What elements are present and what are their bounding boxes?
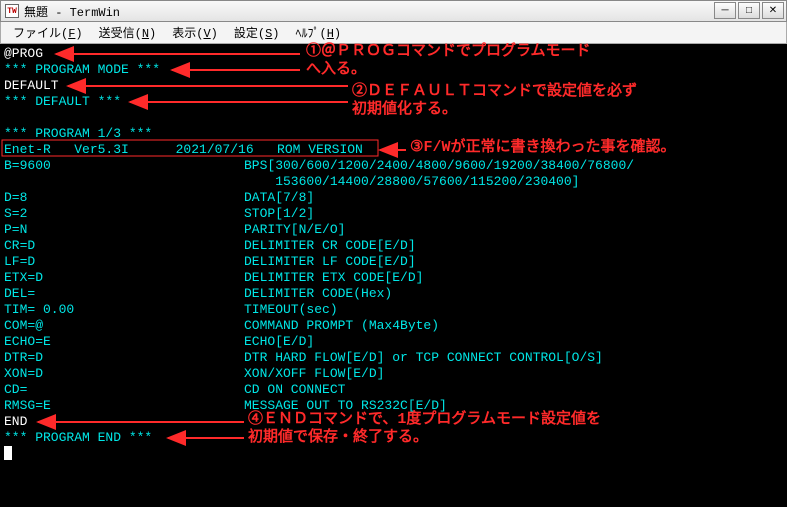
term-line: B=9600 [4,158,51,174]
term-line: *** PROGRAM MODE *** [4,62,160,78]
annotation-4b: 初期値で保存・終了する。 [248,430,428,446]
menu-bar: ファイル(F) 送受信(N) 表示(V) 設定(S) ﾍﾙﾌﾟ(H) [0,22,787,44]
term-line: DELIMITER ETX CODE[E/D] [244,270,423,286]
title-bar: TW 無題 - TermWin ─ □ ✕ [0,0,787,22]
term-line: DTR=D [4,350,43,366]
term-line: COM=@ [4,318,43,334]
annotation-4a: ④ＥＮＤコマンドで、1度プログラムモード設定値を [248,412,601,428]
annotation-1a: ①＠ＰＲＯＧコマンドでプログラムモード [306,44,591,60]
term-line: S=2 [4,206,27,222]
app-icon: TW [5,4,19,18]
annotation-3: ③F/Wが正常に書き換わった事を確認。 [410,140,675,156]
term-line: TIM= 0.00 [4,302,74,318]
term-line: ETX=D [4,270,43,286]
terminal-area[interactable]: @PROG *** PROGRAM MODE *** DEFAULT *** D… [0,44,787,507]
term-line: DELIMITER CR CODE[E/D] [244,238,416,254]
menu-file[interactable]: ファイル(F) [7,22,89,43]
term-line: END [4,414,27,430]
annotation-2b: 初期値化する。 [352,102,457,118]
term-line: STOP[1/2] [244,206,314,222]
annotation-2a: ②ＤＥＦＡＵＬＴコマンドで設定値を必ず [352,84,637,100]
menu-view[interactable]: 表示(V) [166,22,224,43]
term-line: BPS[300/600/1200/2400/4800/9600/19200/38… [244,158,634,174]
term-line: COMMAND PROMPT (Max4Byte) [244,318,439,334]
term-line: DELIMITER CODE(Hex) [244,286,392,302]
term-line: TIMEOUT(sec) [244,302,338,318]
terminal-cursor [4,446,12,460]
menu-setting[interactable]: 設定(S) [228,22,286,43]
term-line: CD ON CONNECT [244,382,345,398]
term-line: PARITY[N/E/O] [244,222,345,238]
term-line: *** PROGRAM END *** [4,430,152,446]
term-line: ECHO[E/D] [244,334,314,350]
term-line: CD= [4,382,27,398]
menu-help[interactable]: ﾍﾙﾌﾟ(H) [290,22,348,43]
term-line: *** PROGRAM 1/3 *** [4,126,152,142]
minimize-button[interactable]: ─ [714,2,736,19]
term-line: DEFAULT [4,78,59,94]
term-line: ECHO=E [4,334,51,350]
term-line: Enet-R Ver5.3I 2021/07/16 ROM VERSION [4,142,363,158]
term-line: D=8 [4,190,27,206]
term-line: DTR HARD FLOW[E/D] or TCP CONNECT CONTRO… [244,350,603,366]
term-line: CR=D [4,238,35,254]
term-line: 153600/14400/28800/57600/115200/230400] [244,174,579,190]
term-line: DELIMITER LF CODE[E/D] [244,254,416,270]
close-button[interactable]: ✕ [762,2,784,19]
window-title: 無題 - TermWin [24,3,120,20]
term-line: *** DEFAULT *** [4,94,121,110]
term-line: RMSG=E [4,398,51,414]
term-line: XON=D [4,366,43,382]
term-line: LF=D [4,254,35,270]
term-line: DATA[7/8] [244,190,314,206]
maximize-button[interactable]: □ [738,2,760,19]
term-line: @PROG [4,46,43,62]
term-line: XON/XOFF FLOW[E/D] [244,366,384,382]
annotation-1b: へ入る。 [306,62,366,78]
term-line: P=N [4,222,27,238]
term-line: DEL= [4,286,35,302]
menu-send[interactable]: 送受信(N) [93,22,163,43]
